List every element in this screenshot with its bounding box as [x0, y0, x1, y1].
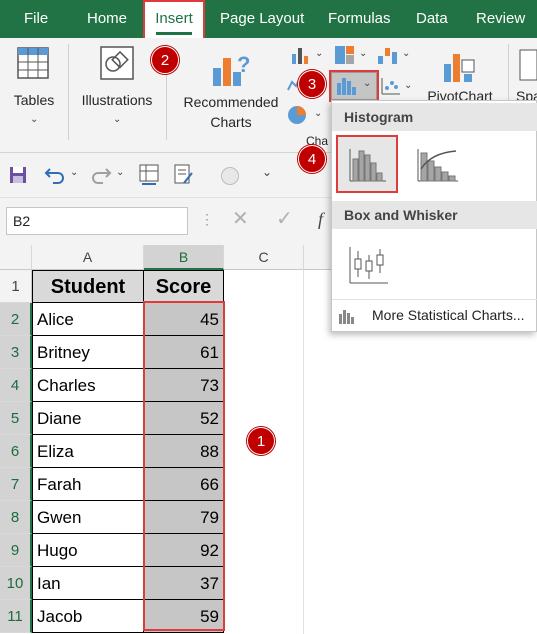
- menu-home[interactable]: Home: [87, 0, 127, 38]
- menu-review[interactable]: Review: [476, 0, 525, 38]
- row-header[interactable]: 1: [0, 270, 32, 303]
- chevron-down-icon: ⌄: [315, 48, 324, 59]
- header-cell-student[interactable]: Student: [32, 270, 144, 303]
- chevron-down-icon: ⌄: [402, 48, 411, 59]
- sparklines-icon[interactable]: [518, 48, 537, 82]
- student-name-cell[interactable]: Hugo: [32, 534, 144, 567]
- student-name-cell[interactable]: Eliza: [32, 435, 144, 468]
- more-charts-icon: [339, 310, 354, 324]
- select-all-corner[interactable]: [0, 245, 32, 270]
- recommended-charts-icon: ?: [213, 52, 250, 86]
- column-chart-icon[interactable]: [290, 46, 314, 66]
- header-cell-score[interactable]: Score: [144, 270, 224, 303]
- page-layout-icon[interactable]: [138, 163, 160, 187]
- scatter-chart-icon[interactable]: [380, 76, 402, 96]
- chevron-down-icon: ⌄: [359, 48, 368, 59]
- step-badge-4: 4: [298, 145, 326, 173]
- recommended-charts-button[interactable]: ? Recommended Charts: [176, 42, 286, 142]
- step-badge-3: 3: [298, 70, 326, 98]
- row-header[interactable]: 9: [0, 534, 32, 567]
- enter-check-icon[interactable]: ✓: [276, 206, 293, 231]
- name-box[interactable]: B2: [6, 207, 188, 235]
- pie-chart-icon[interactable]: [286, 104, 308, 126]
- box-whisker-option[interactable]: [338, 235, 396, 293]
- chevron-down-icon: ⌄: [30, 114, 39, 125]
- row-header[interactable]: 3: [0, 336, 32, 369]
- step-badge-1: 1: [247, 427, 275, 455]
- menu-data[interactable]: Data: [416, 0, 448, 38]
- row-header[interactable]: 6: [0, 435, 32, 468]
- menu-page-layout[interactable]: Page Layout: [220, 0, 304, 38]
- menu-file[interactable]: File: [24, 0, 48, 38]
- student-name-cell[interactable]: Diane: [32, 402, 144, 435]
- chevron-down-icon: ⌄: [404, 80, 413, 91]
- save-icon[interactable]: [8, 165, 28, 185]
- redo-icon[interactable]: [90, 165, 112, 185]
- student-name-cell[interactable]: Gwen: [32, 501, 144, 534]
- row-header[interactable]: 11: [0, 600, 32, 633]
- row-header[interactable]: 5: [0, 402, 32, 435]
- highlight-statistic-button: [329, 70, 379, 102]
- box-whisker-section-header: Box and Whisker: [332, 201, 537, 229]
- highlight-score-range: [143, 301, 225, 631]
- recommended-charts-label-2: Charts: [210, 114, 252, 130]
- illustrations-label: Illustrations: [81, 92, 153, 108]
- column-header-c[interactable]: C: [224, 245, 304, 270]
- highlight-histogram-option: [336, 135, 398, 193]
- svg-text:?: ?: [237, 52, 250, 77]
- pivotchart-icon: [444, 54, 475, 82]
- row-header[interactable]: 8: [0, 501, 32, 534]
- student-name-cell[interactable]: Ian: [32, 567, 144, 600]
- chevron-down-icon: ⌄: [113, 114, 122, 125]
- menu-bar: File Home Insert Page Layout Formulas Da…: [0, 0, 537, 38]
- chevron-down-icon[interactable]: ⌄: [70, 167, 78, 178]
- formula-bar-grip-icon: ⋮: [200, 211, 214, 227]
- tables-button[interactable]: Tables ⌄: [6, 42, 62, 142]
- menu-formulas[interactable]: Formulas: [328, 0, 391, 38]
- step-badge-2: 2: [151, 46, 179, 74]
- customize-toolbar-icon[interactable]: ⌄: [262, 165, 272, 179]
- statistic-chart-dropdown: Histogram Box and Whisker More Statistic…: [331, 100, 537, 332]
- illustrations-button[interactable]: Illustrations ⌄: [76, 42, 158, 142]
- highlight-insert-tab: [143, 0, 205, 40]
- form-icon[interactable]: [172, 163, 194, 187]
- student-name-cell[interactable]: Charles: [32, 369, 144, 402]
- pareto-option[interactable]: [408, 137, 466, 191]
- student-name-cell[interactable]: Jacob: [32, 600, 144, 633]
- column-header-b[interactable]: B: [144, 245, 224, 270]
- ribbon-divider: [68, 44, 69, 140]
- student-name-cell[interactable]: Britney: [32, 336, 144, 369]
- illustrations-icon: [100, 46, 134, 80]
- pareto-chart-icon: [417, 149, 458, 182]
- histogram-section-header: Histogram: [332, 103, 537, 131]
- dropdown-divider: [332, 299, 537, 300]
- table-icon: [17, 47, 49, 79]
- row-header[interactable]: 2: [0, 303, 32, 336]
- recommended-charts-label-1: Recommended: [183, 94, 279, 110]
- box-whisker-chart-icon: [349, 247, 388, 284]
- undo-icon[interactable]: [44, 165, 66, 185]
- column-header-a[interactable]: A: [32, 245, 144, 270]
- waterfall-chart-icon[interactable]: [376, 44, 400, 66]
- chevron-down-icon[interactable]: ⌄: [116, 167, 124, 178]
- row-header[interactable]: 4: [0, 369, 32, 402]
- gridline: [303, 270, 304, 634]
- circle-icon[interactable]: [221, 167, 239, 185]
- student-name-cell[interactable]: Farah: [32, 468, 144, 501]
- chevron-down-icon: ⌄: [314, 108, 323, 119]
- student-name-cell[interactable]: Alice: [32, 303, 144, 336]
- cancel-icon[interactable]: ✕: [232, 206, 249, 231]
- function-icon[interactable]: f: [318, 209, 323, 230]
- tables-label: Tables: [13, 92, 55, 108]
- hierarchy-chart-icon[interactable]: [333, 44, 357, 66]
- more-statistical-charts-item[interactable]: More Statistical Charts...: [332, 305, 537, 329]
- more-statistical-charts-label: More Statistical Charts...: [372, 307, 525, 323]
- row-header[interactable]: 10: [0, 567, 32, 600]
- row-header[interactable]: 7: [0, 468, 32, 501]
